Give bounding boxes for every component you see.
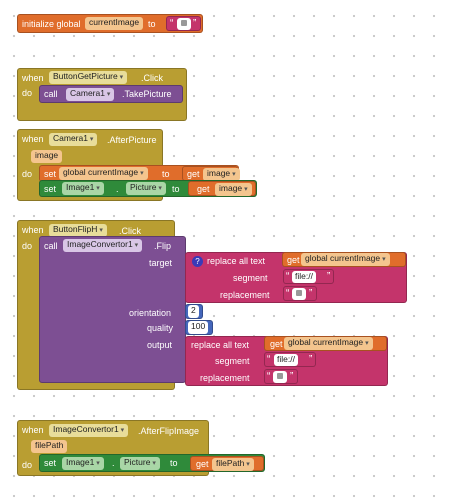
- component-dropdown[interactable]: ImageConvertor1: [63, 239, 143, 252]
- to-label: to: [172, 184, 180, 194]
- replacement-label: replacement: [220, 290, 270, 300]
- to-label: to: [162, 169, 170, 179]
- quote-open-icon: “: [267, 371, 271, 382]
- when-label: when: [22, 225, 44, 235]
- event-block-buttongetpicture-click[interactable]: when ButtonGetPicture .Click do call Cam…: [17, 68, 187, 121]
- set-image-picture-block[interactable]: set Image1 . Picture to get image: [39, 180, 257, 197]
- variable-dropdown[interactable]: filePath: [212, 458, 254, 471]
- do-label: do: [22, 169, 33, 179]
- quality-number-block[interactable]: 100: [185, 320, 213, 335]
- event-name-label: .AfterPicture: [107, 135, 157, 145]
- segment-label: segment: [233, 273, 268, 283]
- get-global-variable-block[interactable]: get global currentImage: [264, 336, 387, 351]
- to-label: to: [148, 19, 156, 29]
- placeholder-icon: [277, 373, 283, 379]
- call-camera-takepicture-block[interactable]: call Camera1 .TakePicture: [39, 85, 183, 103]
- quote-open-icon: “: [286, 271, 290, 282]
- do-label: do: [22, 460, 33, 470]
- get-variable-block[interactable]: get filePath: [190, 456, 264, 471]
- set-label: set: [44, 184, 57, 194]
- segment-text-block[interactable]: “ file:// ”: [283, 269, 334, 284]
- method-name-label: .Flip: [154, 241, 172, 251]
- segment-text-field[interactable]: file://: [274, 354, 298, 366]
- quote-close-icon: ”: [309, 354, 313, 365]
- replacement-label: replacement: [200, 373, 250, 383]
- to-label: to: [170, 458, 178, 468]
- component-dropdown[interactable]: Image1: [62, 457, 104, 470]
- component-dropdown[interactable]: ButtonGetPicture: [49, 71, 128, 84]
- event-parameter[interactable]: image: [31, 150, 63, 163]
- segment-label: segment: [215, 356, 250, 366]
- help-icon[interactable]: ?: [192, 256, 203, 267]
- quote-open-icon: “: [286, 288, 290, 299]
- event-name-label: .Click: [141, 73, 163, 83]
- set-image-picture-block[interactable]: set Image1 . Picture to get filePath: [39, 454, 265, 472]
- empty-string-field[interactable]: [177, 18, 191, 30]
- method-name-label: .TakePicture: [122, 89, 172, 99]
- empty-text-block[interactable]: “ ”: [166, 16, 201, 31]
- orientation-number-block[interactable]: 2: [185, 304, 203, 319]
- variable-dropdown[interactable]: global currentImage: [59, 167, 148, 180]
- empty-text-block[interactable]: “ ”: [283, 286, 317, 301]
- segment-text-block[interactable]: “ file:// ”: [264, 352, 316, 367]
- do-label: do: [22, 88, 33, 98]
- event-parameter[interactable]: filePath: [31, 440, 68, 453]
- orientation-value-field[interactable]: 2: [188, 305, 199, 318]
- get-label: get: [197, 184, 210, 194]
- property-dropdown[interactable]: Picture: [126, 182, 166, 195]
- empty-string-field[interactable]: [273, 371, 287, 383]
- quote-close-icon: ”: [327, 271, 331, 282]
- dot-label: .: [116, 184, 119, 194]
- segment-text-field[interactable]: file://: [292, 271, 316, 283]
- quality-label: quality: [147, 323, 174, 333]
- initialize-global-block[interactable]: initialize global currentImage to “ ”: [17, 14, 203, 33]
- replace-all-text-label: replace all text: [191, 340, 250, 350]
- initialize-global-label: initialize global: [22, 19, 81, 29]
- placeholder-icon: [181, 20, 187, 26]
- get-label: get: [270, 339, 283, 349]
- property-dropdown[interactable]: Picture: [120, 457, 160, 470]
- quote-close-icon: ”: [193, 18, 197, 29]
- quote-close-icon: ”: [309, 288, 313, 299]
- quote-close-icon: ”: [290, 371, 294, 382]
- get-label: get: [287, 255, 300, 265]
- get-label: get: [196, 459, 209, 469]
- quality-value-field[interactable]: 100: [188, 321, 209, 334]
- variable-dropdown[interactable]: image: [215, 183, 252, 196]
- variable-dropdown[interactable]: global currentImage: [301, 253, 390, 266]
- output-label: output: [147, 340, 173, 350]
- call-imageconvertor-flip-block[interactable]: call ImageConvertor1 .Flip target orient…: [39, 236, 186, 383]
- component-dropdown[interactable]: Camera1: [49, 133, 98, 146]
- get-global-variable-block[interactable]: get global currentImage: [282, 252, 406, 267]
- variable-dropdown[interactable]: global currentImage: [284, 337, 373, 350]
- do-label: do: [22, 241, 33, 251]
- quote-open-icon: “: [267, 354, 271, 365]
- get-label: get: [187, 169, 200, 179]
- get-variable-block[interactable]: get image: [188, 181, 256, 196]
- target-label: target: [149, 258, 173, 268]
- event-name-label: .AfterFlipImage: [138, 426, 200, 436]
- when-label: when: [22, 134, 44, 144]
- component-dropdown[interactable]: Image1: [62, 182, 104, 195]
- when-label: when: [22, 425, 44, 435]
- replace-all-text-label: replace all text: [207, 256, 266, 266]
- placeholder-icon: [296, 290, 302, 296]
- empty-text-block[interactable]: “ ”: [264, 369, 298, 384]
- component-dropdown[interactable]: ImageConvertor1: [49, 424, 129, 437]
- call-label: call: [44, 241, 58, 251]
- empty-string-field[interactable]: [292, 288, 306, 300]
- orientation-label: orientation: [129, 308, 172, 318]
- dot-label: .: [112, 458, 115, 468]
- quote-open-icon: “: [170, 18, 174, 29]
- set-label: set: [44, 458, 57, 468]
- component-dropdown[interactable]: Camera1: [66, 88, 115, 101]
- variable-name-field[interactable]: currentImage: [85, 17, 144, 30]
- set-label: set: [44, 169, 57, 179]
- call-label: call: [44, 89, 58, 99]
- get-variable-block[interactable]: get image: [182, 166, 240, 181]
- when-label: when: [22, 73, 44, 83]
